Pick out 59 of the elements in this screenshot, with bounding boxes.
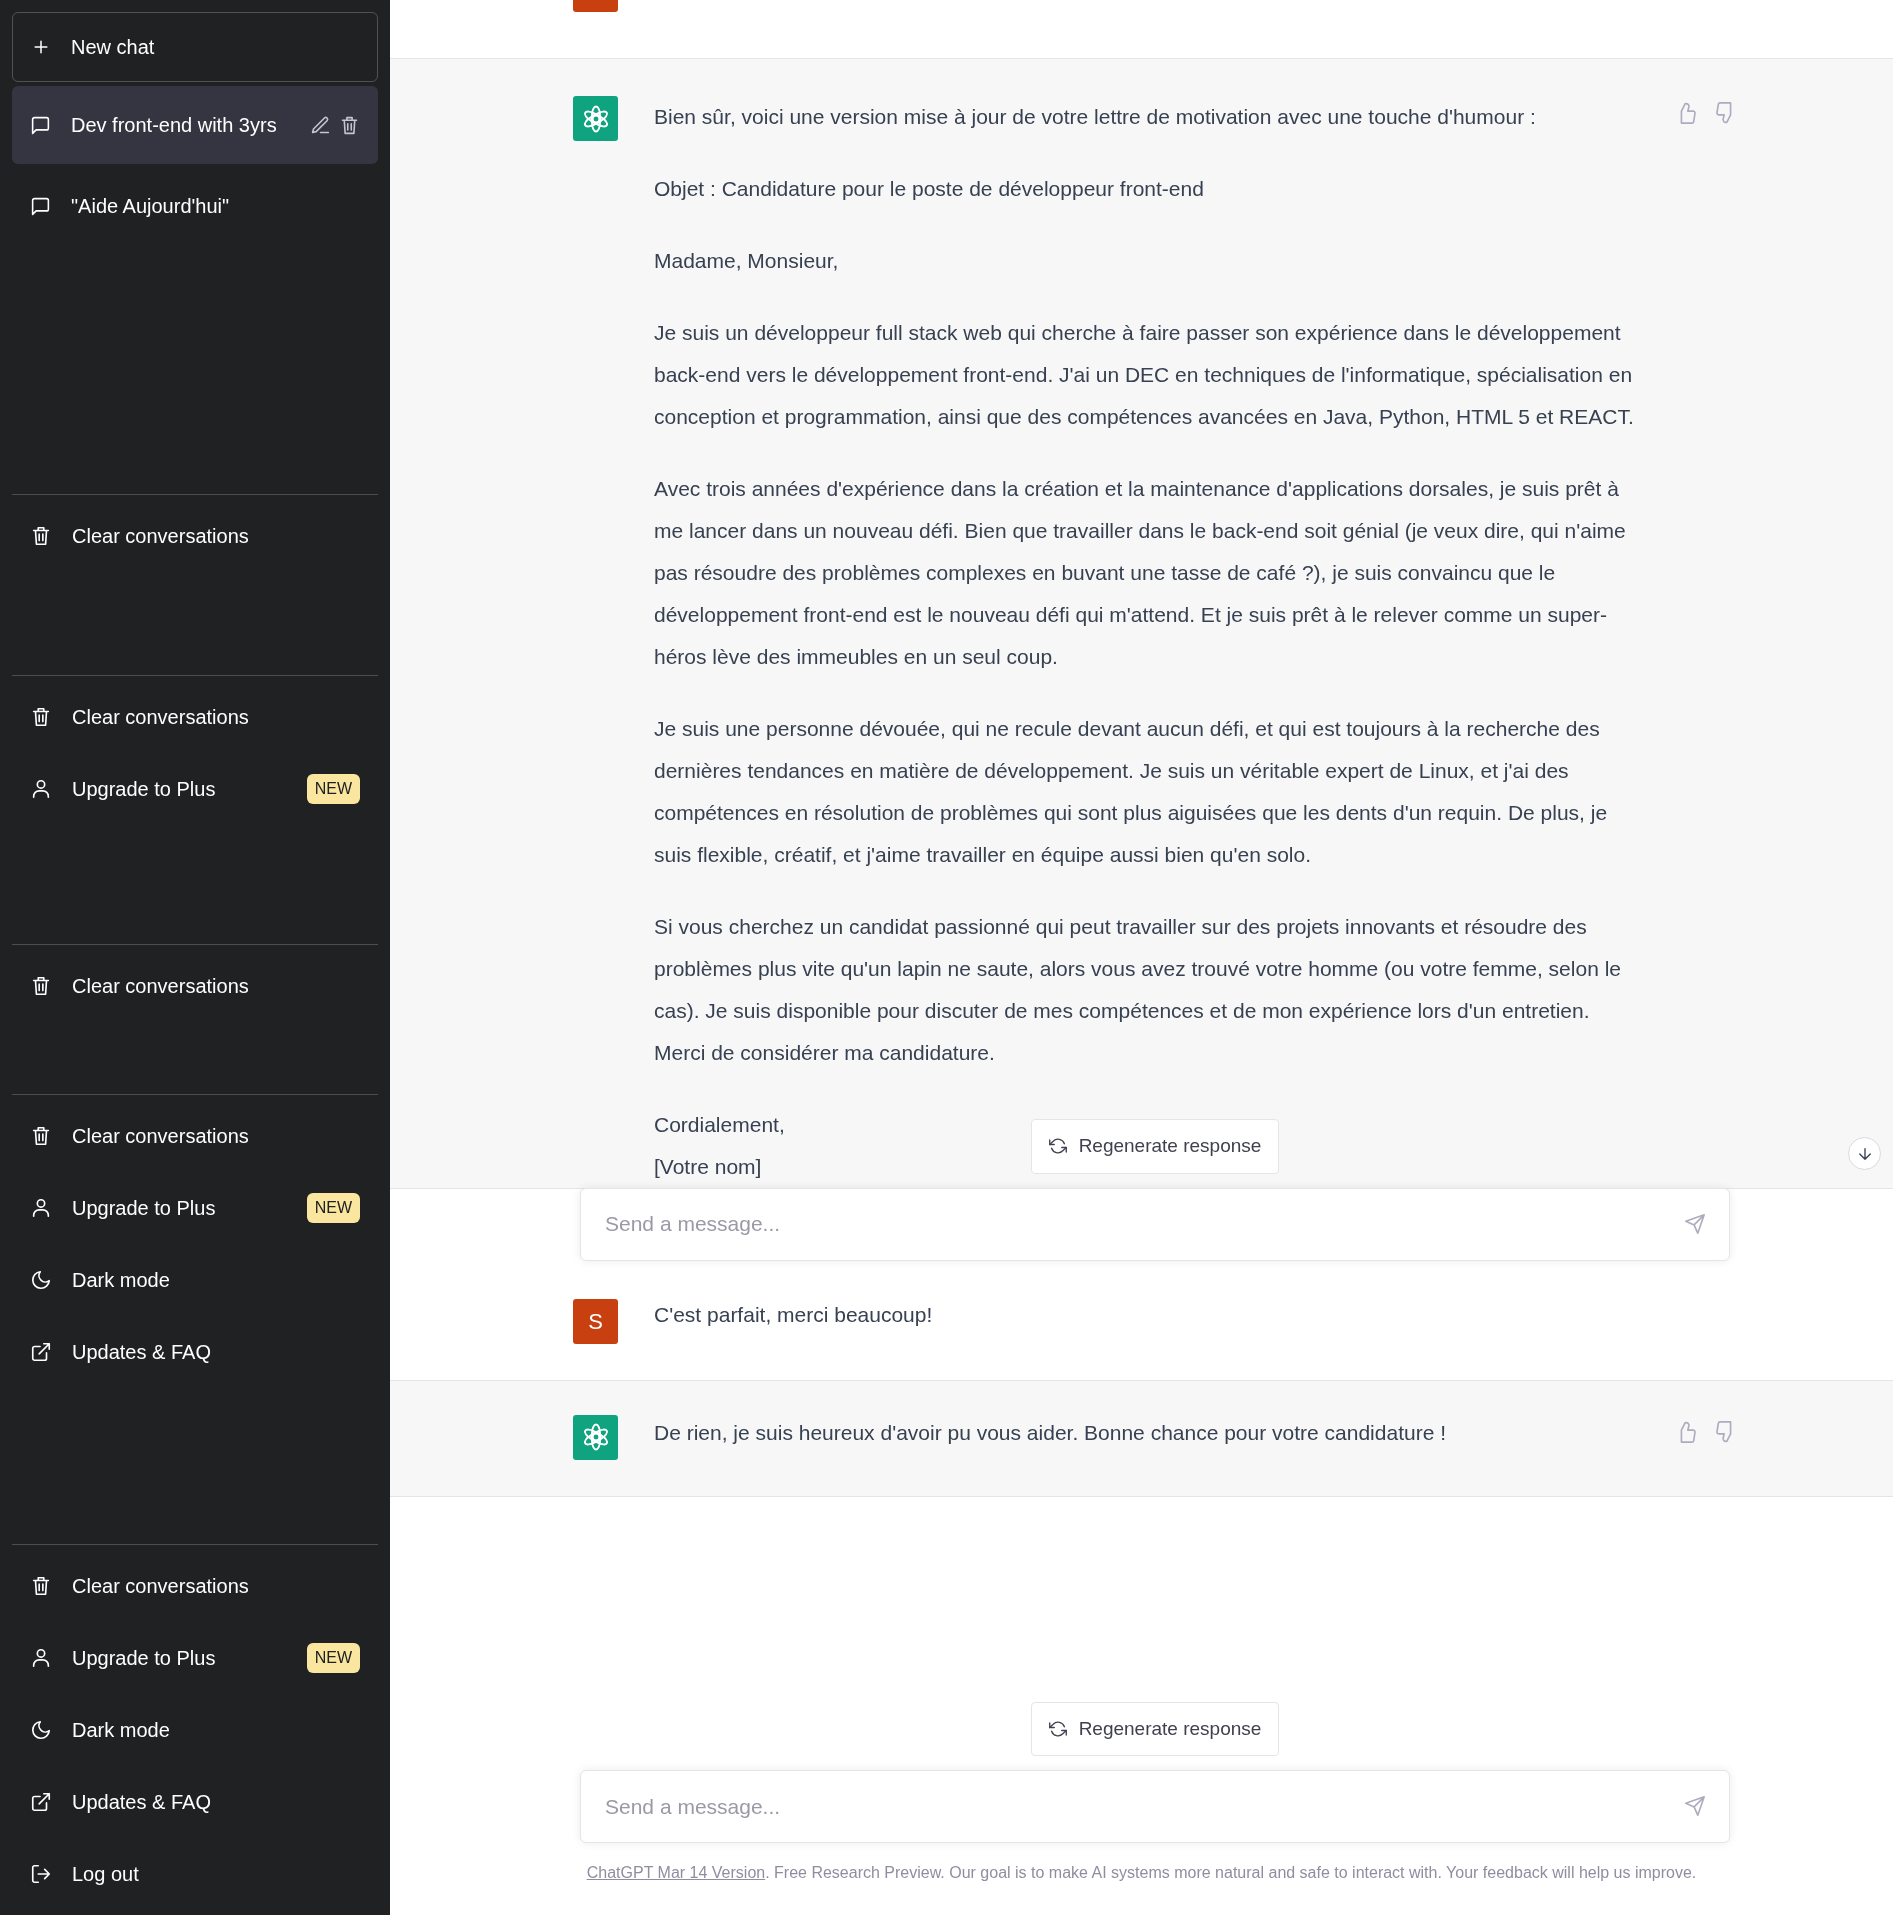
message-text: De rien, je suis heureux d'avoir pu vous aider. Bonne chance pour votre candidature ! [654, 1419, 1446, 1446]
sidebar-item[interactable]: Upgrade to Plus NEW [12, 753, 378, 825]
send-icon[interactable] [1684, 1795, 1706, 1817]
regenerate-button[interactable]: Regenerate response [1030, 1701, 1280, 1756]
conversation-item[interactable]: "Aide Aujourd'hui" [12, 170, 378, 242]
message-text: Je suis un développeur full stack web qui cherche à faire passer son expérience dans le développement back-end vers le développement front-end. J'ai un DEC en techniques de l'informatique, spécialisation en conception et programmation, ainsi que des compétences avancées en Java, Python, HTML 5 et REACT. [654, 320, 1635, 430]
assistant-avatar [573, 1414, 618, 1460]
trash-icon [30, 1575, 52, 1597]
sidebar-item[interactable]: Dark mode [12, 1694, 378, 1766]
external-link-icon [30, 1791, 52, 1813]
new-chat-button[interactable]: New chat [12, 12, 378, 82]
moon-icon [30, 1719, 52, 1741]
user-icon [30, 1197, 52, 1219]
sidebar-item[interactable]: Log out [12, 1838, 378, 1910]
send-icon[interactable] [1684, 1212, 1706, 1235]
assistant-avatar [573, 96, 618, 141]
new-badge: NEW [306, 1193, 360, 1223]
conversation-item[interactable]: Dev front-end with 3yrs [12, 86, 378, 164]
logout-icon [30, 1863, 52, 1885]
delete-icon[interactable] [339, 114, 360, 136]
sidebar-item[interactable]: Updates & FAQ [12, 1766, 378, 1838]
message-input[interactable]: Send a message... [580, 1187, 1730, 1261]
sidebar-item[interactable]: Updates & FAQ [12, 1316, 378, 1388]
trash-icon [30, 706, 52, 728]
message-text: Avec trois années d'expérience dans la création et la maintenance d'applications dorsales, je suis prêt à me lancer dans un nouveau défi. Bien que travailler dans le back-end soit génial (je veux dire, qui n'aime pas résoudre des problèmes complexes en buvant une tasse de café ?), je suis convaincu que le développement front-end est le nouveau défi qui m'attend. Et je suis prêt à le relever comme un super-héros lève des immeubles en un seul coup. [654, 476, 1627, 670]
message-text: Si vous cherchez un candidat passionné qui peut travailler sur des projets innovants et résoudre des problèmes plus vite qu'un lapin ne saute, alors vous avez trouvé votre homme (ou votre femme, selon le cas). Je suis disponible pour discuter de mes compétences et de mon expérience lors d'un entretien. Merci de considérer ma candidature. [654, 914, 1622, 1066]
moon-icon [30, 1269, 52, 1291]
edit-icon[interactable] [310, 114, 331, 136]
clear-conversations-button[interactable]: Clear conversations [12, 1100, 378, 1172]
message-text: Madame, Monsieur, [654, 248, 839, 274]
regenerate-button[interactable]: Regenerate response [1030, 1119, 1280, 1174]
message-text: Objet : Candidature pour le poste de développeur front-end [654, 176, 1204, 202]
new-badge: NEW [306, 774, 360, 804]
trash-icon [30, 1125, 52, 1147]
chat-icon [30, 195, 51, 217]
refresh-icon [1048, 1719, 1067, 1738]
clear-conversations-button[interactable]: Clear conversations [12, 1550, 378, 1622]
user-avatar [573, 0, 618, 12]
message-input[interactable]: Send a message... [580, 1770, 1730, 1843]
trash-icon [30, 525, 52, 547]
message-text: C'est parfait, merci beaucoup! [654, 1301, 933, 1328]
external-link-icon [30, 1341, 52, 1363]
trash-icon [30, 975, 52, 997]
chat-icon [30, 114, 51, 136]
sidebar-item[interactable]: Dark mode [12, 1244, 378, 1316]
new-badge: NEW [306, 1643, 360, 1673]
clear-conversations-button[interactable]: Clear conversations [12, 500, 378, 572]
clear-conversations-button[interactable]: Clear conversations [12, 950, 378, 1022]
refresh-icon [1048, 1137, 1067, 1156]
user-icon [30, 778, 52, 800]
message-text: Cordialement, [Votre nom] [654, 1112, 785, 1180]
clear-conversations-button[interactable]: Clear conversations [12, 681, 378, 753]
user-avatar: S [573, 1298, 618, 1344]
message-text: Bien sûr, voici une version mise à jour de votre lettre de motivation avec une touche d'humour : [654, 104, 1536, 130]
message-text: Je suis une personne dévouée, qui ne recule devant aucun défi, et qui est toujours à la recherche des dernières tendances en matière de développement. Je suis un véritable expert de Linux, et j'ai des compétences en résolution de problèmes qui sont plus aiguisées que les dents d'un requin. De plus, je suis flexible, créatif, et j'aime travailler en équipe aussi bien qu'en solo. [654, 716, 1609, 868]
sidebar-item[interactable]: Upgrade to Plus NEW [12, 1622, 378, 1694]
user-icon [30, 1647, 52, 1669]
footer-text: ChatGPT Mar 14 Version. Free Research Preview. Our goal is to make AI systems more natural and safe to interact with. Your feedback will help us improve. [585, 1863, 1698, 1883]
sidebar-item[interactable]: Upgrade to Plus NEW [12, 1172, 378, 1244]
